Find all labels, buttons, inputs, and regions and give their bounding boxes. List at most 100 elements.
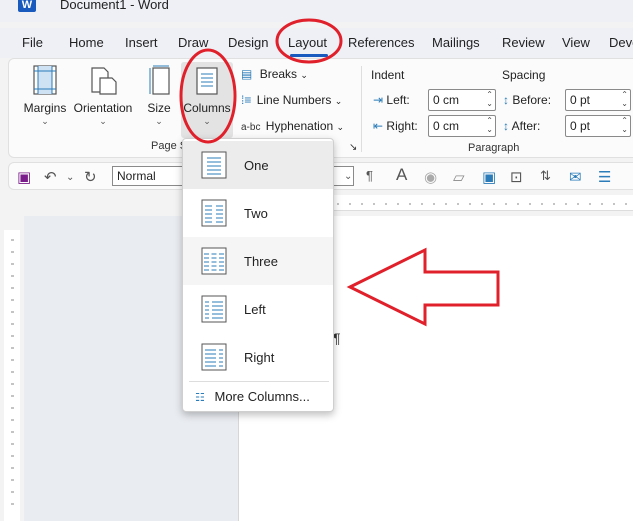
margins-button[interactable]: Margins ⌄ — [22, 64, 68, 127]
right-column-icon — [201, 343, 227, 371]
indent-left-field[interactable]: 0 cm ⌃ ⌄ — [428, 89, 496, 111]
columns-button[interactable]: Columns ⌄ — [181, 62, 233, 138]
wrap-text-icon[interactable]: ⊡ — [510, 168, 523, 186]
active-tab-indicator — [290, 54, 328, 57]
mail-icon[interactable]: ✉ — [569, 168, 582, 186]
title-bar: W Document1 - Word — [0, 0, 633, 22]
paragraph-mark: ¶ — [333, 330, 341, 346]
orientation-button[interactable]: Orientation ⌄ — [72, 64, 134, 127]
margins-icon — [33, 65, 57, 95]
paragraph-group-label: Paragraph — [468, 142, 520, 154]
columns-option-two[interactable]: Two — [183, 189, 333, 237]
hyphenation-label: Hyphenation — [265, 119, 334, 133]
chevron-down-icon: ⌄ — [334, 96, 343, 106]
size-label: Size — [147, 101, 171, 115]
indent-header: Indent — [371, 68, 405, 82]
spin-arrows-icon[interactable]: ⌃ ⌄ — [486, 116, 493, 134]
hyphenation-button[interactable]: a‑bc Hyphenation ⌄ — [241, 119, 344, 133]
more-columns-item[interactable]: ☷ More Columns... — [195, 389, 310, 404]
columns-option-right[interactable]: Right — [183, 333, 333, 381]
shading-icon[interactable]: ◉ — [424, 168, 437, 186]
tab-review[interactable]: Review — [502, 35, 545, 50]
text-box-icon[interactable]: ▣ — [482, 168, 496, 186]
columns-option-label: Three — [244, 254, 278, 269]
columns-option-label: One — [244, 158, 269, 173]
breaks-icon: ▤ — [241, 67, 253, 81]
more-columns-label: More Columns... — [214, 389, 310, 404]
left-column-icon — [201, 295, 227, 323]
spacing-before-text: Before: — [512, 93, 552, 107]
spin-arrows-icon[interactable]: ⌃ ⌄ — [486, 90, 493, 108]
margins-label: Margins — [23, 101, 67, 115]
indent-right-icon: ⇤ — [373, 119, 384, 133]
chevron-down-icon: ⌄ — [41, 116, 49, 126]
indent-right-field[interactable]: 0 cm ⌃ ⌄ — [428, 115, 496, 137]
three-columns-icon — [201, 247, 227, 275]
spacing-before-label: ↕ Before: — [503, 93, 551, 107]
spacing-after-value: 0 pt — [570, 119, 591, 133]
style-select-value: Normal — [117, 169, 156, 183]
hyphenation-icon: a‑bc — [241, 122, 261, 133]
tab-mailings[interactable]: Mailings — [432, 35, 480, 50]
columns-option-three[interactable]: Three — [183, 237, 333, 285]
tab-layout[interactable]: Layout — [288, 35, 327, 50]
vertical-ruler — [4, 230, 20, 521]
list-icon[interactable]: ☰ — [598, 168, 611, 186]
group-separator — [361, 66, 362, 152]
line-numbers-icon: ⁞≡ — [241, 93, 252, 107]
redo-icon[interactable]: ↻ — [84, 168, 97, 186]
spacing-after-text: After: — [511, 119, 541, 133]
sort-icon[interactable]: ⇅ — [540, 168, 551, 184]
save-icon[interactable]: ▣ — [17, 168, 31, 186]
tab-insert[interactable]: Insert — [125, 35, 158, 50]
tab-references[interactable]: References — [348, 35, 414, 50]
ruler-ticks — [11, 239, 14, 505]
indent-right-value: 0 cm — [433, 119, 460, 133]
chevron-down-icon[interactable]: ⌄ — [344, 171, 352, 182]
breaks-label: Breaks — [259, 67, 298, 81]
indent-right-text: Right: — [386, 119, 418, 133]
one-column-icon — [201, 151, 227, 179]
columns-label: Columns — [183, 101, 231, 115]
size-button[interactable]: Size ⌄ — [144, 64, 174, 127]
line-numbers-button[interactable]: ⁞≡ Line Numbers ⌄ — [241, 93, 342, 107]
tab-design[interactable]: Design — [228, 35, 268, 50]
spacing-before-value: 0 pt — [570, 93, 591, 107]
font-color-icon[interactable]: A — [396, 165, 407, 185]
orientation-icon — [91, 67, 117, 95]
tab-developer[interactable]: Deve — [609, 35, 633, 50]
chevron-down-icon: ⌄ — [155, 116, 163, 126]
spacing-after-label: ↕ After: — [503, 119, 540, 133]
spacing-after-icon: ↕ — [503, 119, 509, 133]
paragraph-mark-icon[interactable]: ¶ — [366, 168, 373, 183]
columns-option-left[interactable]: Left — [183, 285, 333, 333]
spacing-after-field[interactable]: 0 pt ⌃ ⌄ — [565, 115, 631, 137]
indent-left-text: Left: — [386, 93, 410, 107]
menu-divider — [189, 381, 329, 382]
size-icon — [149, 65, 170, 95]
tab-draw[interactable]: Draw — [178, 35, 208, 50]
breaks-button[interactable]: ▤ Breaks ⌄ — [241, 67, 308, 81]
chevron-down-icon[interactable]: ⌄ — [66, 172, 74, 183]
line-numbers-label: Line Numbers — [256, 93, 332, 107]
dialog-launcher-icon[interactable]: ↘ — [349, 142, 357, 153]
columns-icon — [196, 67, 218, 95]
document-title: Document1 - Word — [60, 0, 169, 12]
undo-icon[interactable]: ↶ — [44, 168, 57, 186]
spacing-before-field[interactable]: 0 pt ⌃ ⌄ — [565, 89, 631, 111]
chevron-down-icon: ⌄ — [336, 122, 345, 132]
columns-option-label: Left — [244, 302, 266, 317]
spin-arrows-icon[interactable]: ⌃ ⌄ — [621, 90, 628, 108]
spacing-header: Spacing — [502, 68, 546, 82]
orientation-label: Orientation — [73, 101, 133, 115]
spin-arrows-icon[interactable]: ⌃ ⌄ — [621, 116, 628, 134]
tab-file[interactable]: File — [22, 35, 43, 50]
more-columns-icon: ☷ — [195, 392, 205, 404]
tab-view[interactable]: View — [562, 35, 590, 50]
indent-right-label: ⇤ Right: — [373, 119, 418, 133]
columns-option-one[interactable]: One — [183, 141, 333, 189]
clear-format-icon[interactable]: ▱ — [453, 168, 465, 186]
tab-home[interactable]: Home — [69, 35, 104, 50]
columns-dropdown-menu: One Two Three Left Right ☷ More Columns.… — [182, 138, 334, 412]
indent-left-label: ⇥ Left: — [373, 93, 410, 107]
